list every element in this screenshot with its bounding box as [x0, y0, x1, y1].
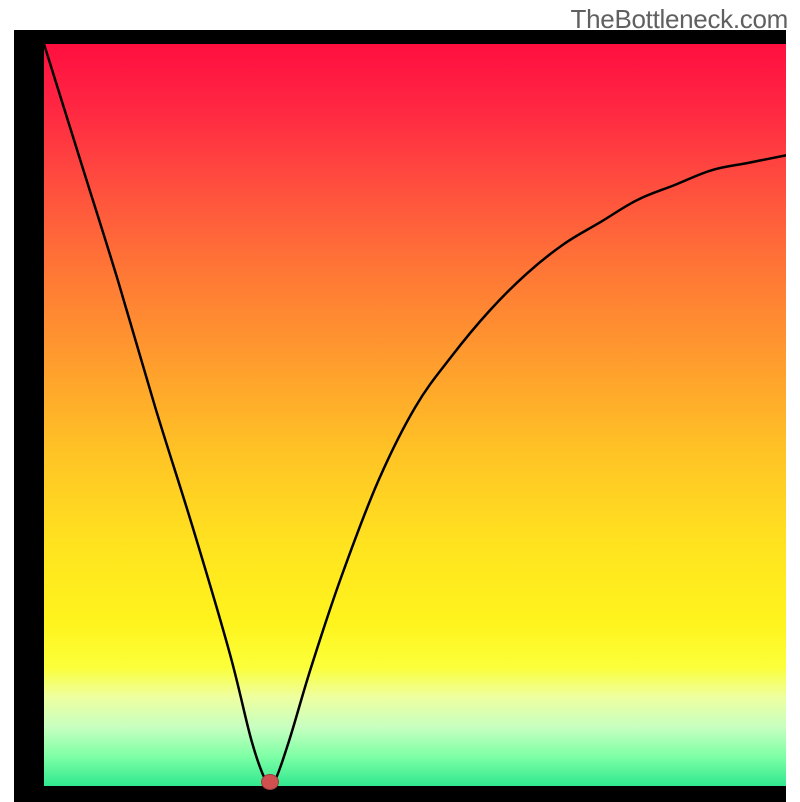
plot-area	[44, 44, 786, 786]
bottleneck-minimum-marker	[261, 774, 279, 790]
chart-container: TheBottleneck.com	[0, 0, 800, 800]
watermark-text: TheBottleneck.com	[571, 4, 788, 35]
gradient-background	[44, 44, 786, 786]
